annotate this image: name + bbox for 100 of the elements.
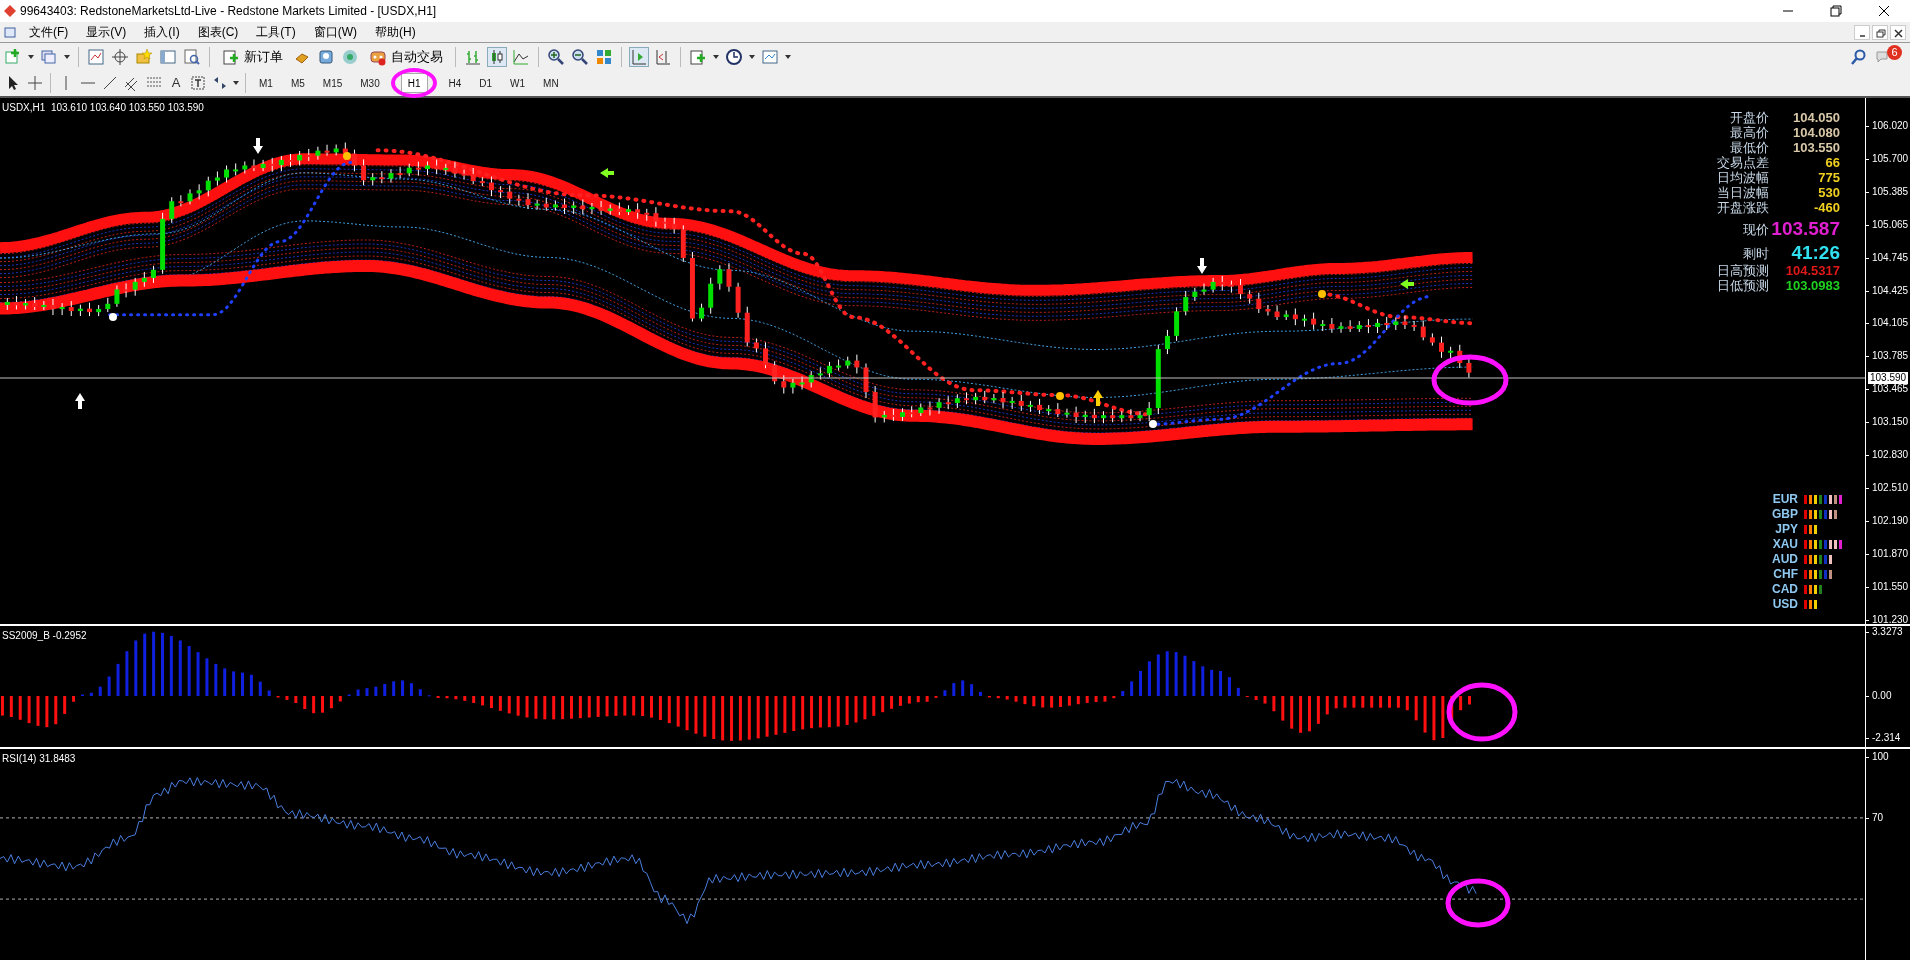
restore-icon[interactable]	[1872, 24, 1888, 40]
info-label: 剩时	[1742, 245, 1770, 261]
up-arrow-icon	[1093, 390, 1103, 406]
up-arrow-icon	[75, 393, 85, 409]
caret-icon[interactable]	[713, 54, 719, 59]
caret-icon[interactable]	[785, 54, 791, 59]
info-label: 最低价	[1729, 140, 1770, 155]
axis-label: 103.150	[1872, 416, 1909, 429]
left-arrow-icon	[1400, 279, 1414, 289]
chart-label: USDX,H1 103.610 103.640 103.550 103.590	[2, 101, 204, 115]
timeframe-button[interactable]: M15	[315, 73, 350, 93]
restore-icon[interactable]	[1830, 5, 1842, 17]
info-value: 104.080	[1792, 125, 1840, 140]
currency-label: GBP	[1771, 506, 1798, 523]
axis-label: 105.385	[1872, 185, 1909, 198]
marker-dot	[1318, 290, 1326, 298]
info-value: 103.0983	[1784, 278, 1840, 293]
window-title: 99643403: RedstoneMarketsLtd-Live - Redstone Markets Limited - [USDX,H1]	[20, 3, 437, 20]
timeframe-button[interactable]: M30	[353, 73, 387, 93]
menu-item[interactable]: 工具(T)	[247, 23, 305, 41]
axis-label: 104.425	[1872, 284, 1909, 297]
menu-item[interactable]: 插入(I)	[135, 23, 189, 41]
down-arrow-icon	[1197, 258, 1207, 274]
axis-label: 106.020	[1872, 120, 1909, 132]
info-value: 530	[1817, 185, 1840, 200]
crosshair-icon[interactable]	[111, 47, 129, 66]
axis-label: 3.3273	[1872, 626, 1903, 638]
info-label: 日低预测	[1717, 278, 1770, 293]
candlestick-icon[interactable]	[488, 47, 506, 66]
axis-label: 104.745	[1872, 251, 1909, 264]
menu-item[interactable]: 图表(C)	[188, 23, 248, 41]
currency-label: JPY	[1774, 521, 1798, 538]
axis-label: 102.190	[1872, 514, 1909, 527]
axis-label: 100	[1872, 751, 1889, 763]
info-label: 开盘价	[1729, 110, 1770, 125]
indicator-label: SS2009_B -0.2952	[2, 629, 87, 643]
text-tool-button[interactable]: A	[167, 74, 185, 92]
axis-label: 101.870	[1872, 547, 1909, 560]
axis-label: -2.314	[1872, 732, 1901, 744]
info-value: -460	[1812, 200, 1840, 215]
axis-label: 103.785	[1872, 350, 1909, 363]
axis-label: 102.510	[1872, 481, 1909, 494]
timeframe-button[interactable]: M1	[252, 73, 280, 93]
timeframe-button[interactable]: H1	[400, 73, 428, 93]
caret-icon[interactable]	[64, 54, 70, 59]
timeframe-button[interactable]: H4	[441, 73, 469, 93]
axis-label: 0.00	[1872, 690, 1892, 702]
currency-label: AUD	[1771, 551, 1798, 568]
highlight-circle	[1445, 878, 1511, 928]
caret-icon[interactable]	[749, 54, 755, 59]
new-order-button[interactable]: 新订单	[218, 45, 287, 68]
clock-icon[interactable]	[725, 47, 743, 66]
timeframe-button[interactable]: M5	[283, 73, 312, 93]
info-label: 现价	[1742, 221, 1770, 237]
timeframe-button[interactable]: D1	[472, 73, 500, 93]
close-icon[interactable]	[1878, 5, 1890, 17]
info-value: 104.050	[1792, 110, 1840, 125]
axis-label: 102.830	[1872, 449, 1909, 461]
app-icon	[4, 5, 16, 17]
info-label: 日均波幅	[1717, 170, 1770, 185]
menu-item[interactable]: 帮助(H)	[366, 23, 425, 41]
timeframe-button[interactable]: MN	[536, 73, 566, 93]
axis-label: 104.105	[1872, 317, 1909, 330]
info-value: 41:26	[1790, 243, 1840, 263]
line-chart-icon[interactable]	[512, 47, 530, 66]
left-arrow-icon	[600, 168, 614, 178]
trendline-icon[interactable]	[101, 74, 119, 92]
info-value: 103.587	[1771, 219, 1840, 239]
down-arrow-icon	[253, 138, 263, 154]
timeframe-button[interactable]: W1	[503, 73, 533, 93]
current-price-label: 103.590	[1868, 372, 1909, 384]
highlight-circle	[390, 68, 437, 98]
marker-dot	[1056, 392, 1064, 400]
menu-item[interactable]: 窗口(W)	[304, 23, 366, 41]
highlight-circle	[1446, 682, 1518, 742]
currency-label: USD	[1771, 596, 1798, 613]
currency-label: EUR	[1771, 491, 1798, 508]
marker-dot	[343, 152, 351, 160]
zoom-out-icon[interactable]	[571, 47, 589, 66]
caret-icon[interactable]	[233, 81, 239, 85]
tile-windows-icon[interactable]	[595, 47, 613, 66]
star-folder-icon[interactable]	[135, 47, 153, 66]
new-chart-icon[interactable]	[4, 47, 22, 66]
info-value: 103.550	[1792, 140, 1840, 155]
currency-label: XAU	[1771, 536, 1798, 553]
axis-label: 70	[1872, 811, 1884, 824]
notification-badge: 6	[1887, 44, 1902, 60]
search-icon[interactable]	[1850, 47, 1868, 66]
info-label: 交易点差	[1717, 155, 1770, 170]
currency-label: CHF	[1772, 566, 1798, 583]
minimize-icon[interactable]	[1854, 24, 1870, 40]
menu-item[interactable]: 显示(V)	[77, 23, 136, 41]
caret-icon[interactable]	[28, 54, 34, 59]
axis-label: 101.230	[1872, 613, 1909, 626]
menu-item[interactable]: 文件(F)	[20, 23, 78, 41]
marker-dot	[1149, 420, 1157, 428]
auto-trading-button[interactable]: 自动交易	[365, 45, 447, 68]
zoom-in-icon[interactable]	[547, 47, 565, 66]
text-label-icon[interactable]	[189, 74, 207, 92]
marker-dot	[109, 313, 117, 321]
